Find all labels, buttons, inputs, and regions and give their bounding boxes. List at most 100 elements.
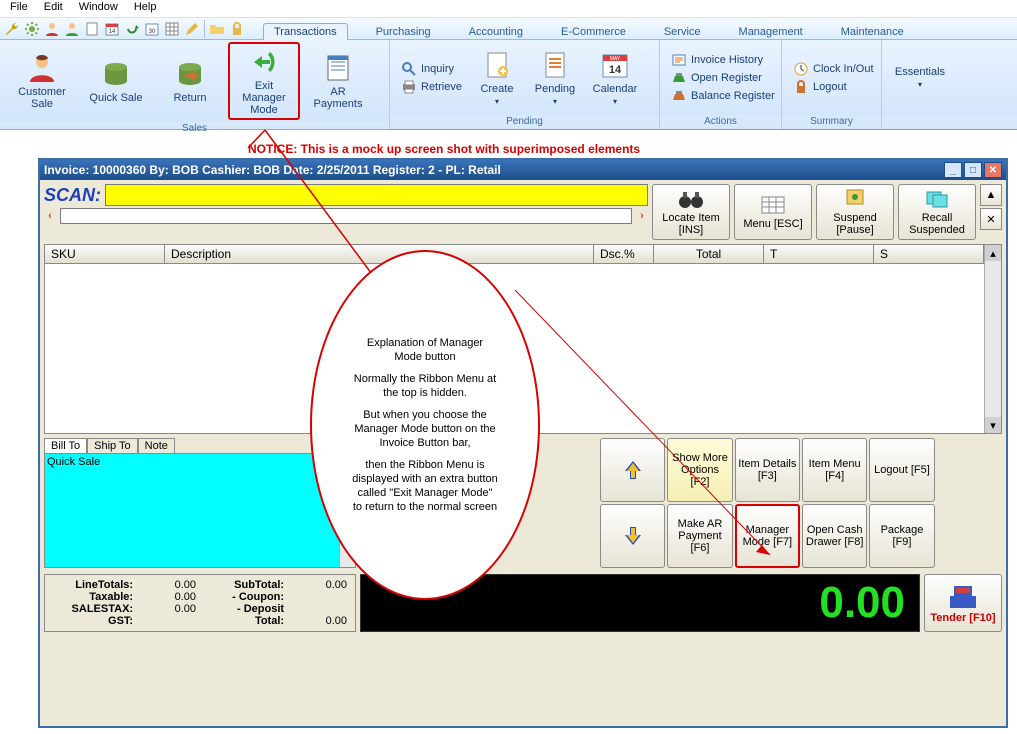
tab-transactions[interactable]: Transactions (263, 23, 348, 40)
clock-in-out-button[interactable]: Clock In/Out (789, 60, 878, 78)
quick-access-toolbar: 14 30 Transactions Purchasing Accounting… (0, 18, 1017, 40)
user-red-icon[interactable] (44, 21, 60, 37)
scan-input[interactable] (105, 184, 648, 206)
tab-management[interactable]: Management (729, 24, 813, 40)
open-cash-drawer-button[interactable]: Open Cash Drawer [F8] (802, 504, 867, 568)
inquiry-button[interactable]: Inquiry (397, 60, 466, 78)
menu-edit[interactable]: Edit (38, 1, 69, 16)
pos-title: Invoice: 10000360 By: BOB Cashier: BOB D… (44, 163, 501, 177)
pencil-icon[interactable] (184, 21, 200, 37)
ribbon-line-label: Inquiry (421, 63, 454, 75)
folder-icon[interactable] (209, 21, 225, 37)
balance-register-button[interactable]: Balance Register (667, 87, 779, 105)
tab-service[interactable]: Service (654, 24, 711, 40)
tab-purchasing[interactable]: Purchasing (366, 24, 441, 40)
annotation-p1: Normally the Ribbon Menu at the top is h… (352, 372, 498, 400)
ribbon-line-label: Balance Register (691, 90, 775, 102)
exit-manager-mode-button[interactable]: Exit Manager Mode (228, 42, 300, 120)
menu-file[interactable]: File (4, 1, 34, 16)
create-button[interactable]: Create▾ (469, 46, 525, 109)
annotation-p3: then the Ribbon Menu is displayed with a… (352, 458, 498, 514)
open-register-button[interactable]: Open Register (667, 69, 779, 87)
user-green-icon[interactable] (64, 21, 80, 37)
tab-maintenance[interactable]: Maintenance (831, 24, 914, 40)
totals-value: 0.00 (288, 615, 351, 627)
posbtn-label: Locate Item [INS] (653, 212, 729, 236)
up-arrow-button[interactable]: ▲ (980, 184, 1002, 206)
item-details-button[interactable]: Item Details [F3] (735, 438, 800, 502)
balance-register-icon (671, 88, 687, 104)
ribbon-btn-label: Create (480, 83, 513, 95)
ribbon-line-label: Invoice History (691, 54, 763, 66)
tender-label: Tender [F10] (930, 612, 995, 624)
menu-help[interactable]: Help (128, 1, 163, 16)
return-button[interactable]: Return (154, 55, 226, 107)
maximize-button[interactable]: □ (964, 162, 982, 178)
prev-arrow[interactable]: ‹ (44, 210, 56, 222)
show-more-options-button[interactable]: Show More Options [F2] (667, 438, 732, 502)
next-arrow[interactable]: › (636, 210, 648, 222)
totals-label: - Coupon: (200, 591, 288, 603)
binoculars-icon (677, 188, 705, 210)
locate-item-button[interactable]: Locate Item [INS] (652, 184, 730, 240)
grid-header: SKU Description Dsc.% Total T S (45, 245, 984, 264)
pending-button[interactable]: Pending▾ (527, 46, 583, 109)
col-s[interactable]: S (874, 245, 984, 263)
col-sku[interactable]: SKU (45, 245, 165, 263)
annotation-p2: But when you choose the Manager Mode but… (352, 408, 498, 450)
tab-ecommerce[interactable]: E-Commerce (551, 24, 636, 40)
retrieve-button[interactable]: Retrieve (397, 78, 466, 96)
calendar-30-icon[interactable]: 30 (144, 21, 160, 37)
item-menu-button[interactable]: Item Menu [F4] (802, 438, 867, 502)
invoice-history-button[interactable]: Invoice History (667, 51, 779, 69)
arrow-down-button[interactable] (600, 504, 665, 568)
menu-esc-button[interactable]: Menu [ESC] (734, 184, 812, 240)
totals-value: 0.00 (137, 579, 200, 591)
calendar-icon[interactable]: 14 (104, 21, 120, 37)
quick-sale-button[interactable]: Quick Sale (80, 55, 152, 107)
calendar-button[interactable]: 14MAY Calendar▾ (585, 46, 645, 109)
table-icon[interactable] (164, 21, 180, 37)
arrow-up-button[interactable] (600, 438, 665, 502)
magnifier-icon (401, 61, 417, 77)
logout-button[interactable]: Logout (789, 78, 878, 96)
menu-window[interactable]: Window (73, 1, 124, 16)
close-panel-button[interactable]: ✕ (980, 208, 1002, 230)
col-description[interactable]: Description (165, 245, 594, 263)
close-button[interactable]: ✕ (984, 162, 1002, 178)
ribbon-line-label: Logout (813, 81, 847, 93)
suspend-button[interactable]: Suspend [Pause] (816, 184, 894, 240)
refresh-icon[interactable] (124, 21, 140, 37)
ribbon-line-label: Open Register (691, 72, 762, 84)
logout-f5-button[interactable]: Logout [F5] (869, 438, 934, 502)
logout-icon (793, 79, 809, 95)
printer-icon (401, 79, 417, 95)
ribbon-line-label: Clock In/Out (813, 63, 874, 75)
wrench-icon[interactable] (4, 21, 20, 37)
tab-shipto[interactable]: Ship To (87, 438, 138, 453)
tender-button[interactable]: Tender [F10] (924, 574, 1002, 632)
gear-icon[interactable] (24, 21, 40, 37)
grid-menu-icon (759, 194, 787, 216)
tab-accounting[interactable]: Accounting (459, 24, 533, 40)
essentials-button[interactable]: Essentials▾ (888, 63, 952, 92)
make-ar-payment-button[interactable]: Make AR Payment [F6] (667, 504, 732, 568)
customer-sale-button[interactable]: Customer Sale (6, 49, 78, 113)
doc-icon[interactable] (84, 21, 100, 37)
manager-mode-button[interactable]: Manager Mode [F7] (735, 504, 800, 568)
ar-payments-button[interactable]: AR Payments (302, 49, 374, 113)
package-button[interactable]: Package [F9] (869, 504, 934, 568)
tab-note[interactable]: Note (138, 438, 175, 453)
col-dscp[interactable]: Dsc.% (594, 245, 654, 263)
col-t[interactable]: T (764, 245, 874, 263)
totals-label: LineTotals: (49, 579, 137, 591)
svg-text:14: 14 (609, 64, 622, 76)
tab-billto[interactable]: Bill To (44, 438, 87, 453)
col-total[interactable]: Total (654, 245, 764, 263)
recall-suspended-button[interactable]: Recall Suspended (898, 184, 976, 240)
grid-scrollbar[interactable]: ▴▾ (984, 245, 1001, 433)
ribbon-group-caption: Actions (660, 115, 781, 129)
lock-icon[interactable] (229, 21, 245, 37)
svg-text:14: 14 (109, 29, 116, 35)
minimize-button[interactable]: _ (944, 162, 962, 178)
